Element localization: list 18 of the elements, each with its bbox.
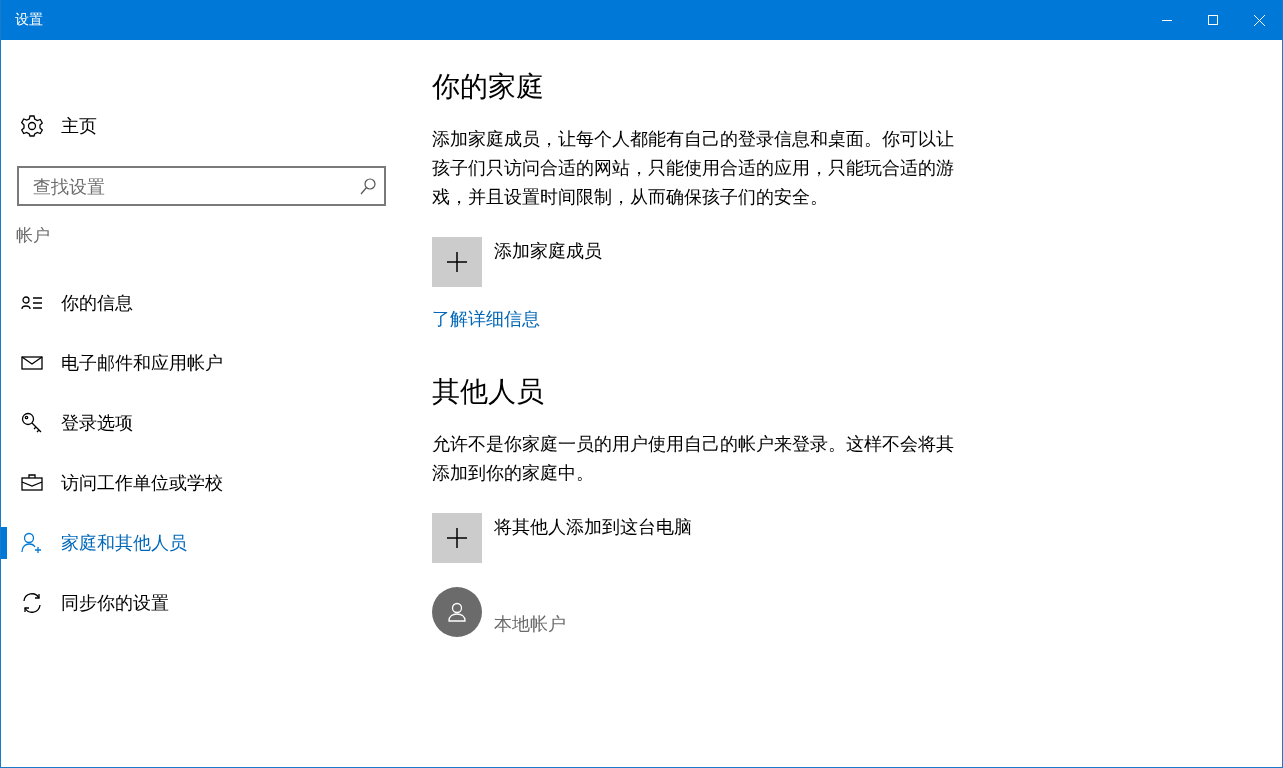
- search-field[interactable]: 查找设置: [17, 166, 386, 206]
- description-text: 允许不是你家庭一员的用户使用自己的帐户来登录。这样不会将其添加到你的家庭中。: [432, 432, 955, 485]
- account-name[interactable]: 本地帐户: [494, 612, 566, 636]
- section-heading: 帐户: [15, 224, 51, 247]
- section-title: 你的家庭: [432, 69, 544, 105]
- nav-item[interactable]: 访问工作单位或学校: [61, 471, 223, 495]
- home-link[interactable]: 主页: [61, 114, 97, 138]
- nav-item[interactable]: 电子邮件和应用帐户: [61, 351, 223, 375]
- nav-item[interactable]: 登录选项: [61, 411, 133, 435]
- description-text: 添加家庭成员，让每个人都能有自己的登录信息和桌面。你可以让孩子们只访问合适的网站，只能使用合适的应用，只能玩合适的游戏，并且设置时间限制，从而确保孩子们的安全。: [432, 127, 955, 209]
- section-title: 其他人员: [432, 374, 544, 410]
- nav-item[interactable]: 你的信息: [61, 291, 133, 315]
- learn-more-link[interactable]: 了解详细信息: [432, 307, 540, 331]
- nav-item[interactable]: 同步你的设置: [61, 591, 169, 615]
- add-label[interactable]: 添加家庭成员: [494, 239, 602, 263]
- nav-item[interactable]: 家庭和其他人员: [61, 531, 187, 555]
- window-title: 设置: [14, 11, 44, 29]
- add-label[interactable]: 将其他人添加到这台电脑: [494, 515, 692, 539]
